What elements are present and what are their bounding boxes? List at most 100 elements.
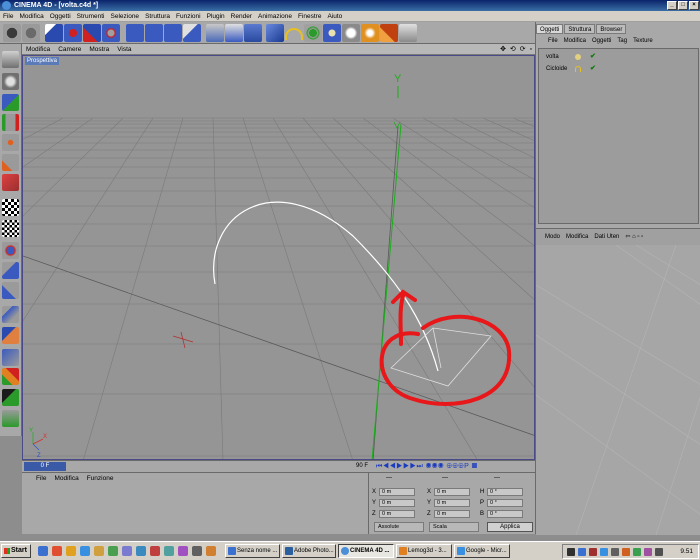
rotation-b-field[interactable]: 0 ° bbox=[487, 510, 523, 518]
object-menu-modifica[interactable]: Modifica bbox=[561, 36, 589, 46]
position-x-field[interactable]: 0 m bbox=[379, 488, 415, 496]
current-frame-field[interactable]: 0 F bbox=[24, 462, 66, 471]
object-row-cicloide[interactable]: Cicloide ✔ bbox=[539, 64, 599, 74]
quicklaunch-cmd-icon[interactable] bbox=[192, 546, 202, 556]
quicklaunch-app-icon[interactable] bbox=[52, 546, 62, 556]
scale-icon[interactable] bbox=[83, 24, 101, 42]
object-menu-oggetti[interactable]: Oggetti bbox=[589, 36, 614, 46]
quicklaunch-explorer-icon[interactable] bbox=[94, 546, 104, 556]
volume-icon[interactable] bbox=[655, 548, 663, 556]
cycloid-spline[interactable] bbox=[213, 201, 439, 372]
apply-button[interactable]: Applica bbox=[487, 522, 533, 532]
render-view-icon[interactable] bbox=[206, 24, 224, 42]
task-senza-nome[interactable]: Senza nome ... bbox=[225, 544, 280, 558]
live-selection-icon[interactable] bbox=[2, 262, 19, 279]
spline-icon[interactable] bbox=[285, 28, 303, 40]
size-y-field[interactable]: 0 m bbox=[434, 499, 470, 507]
help-icon[interactable] bbox=[399, 24, 417, 42]
coordinate-mode-select[interactable]: Assolute bbox=[374, 522, 424, 532]
close-button[interactable]: × bbox=[689, 1, 699, 10]
window-title-bar[interactable]: CINEMA 4D - [volta.c4d *] _ □ × bbox=[0, 0, 700, 11]
tab-oggetti[interactable]: Oggetti bbox=[536, 24, 564, 34]
quicklaunch-desktop-icon[interactable] bbox=[38, 546, 48, 556]
rotation-h-field[interactable]: 0 ° bbox=[487, 488, 523, 496]
tray-icon-4[interactable] bbox=[600, 548, 608, 556]
taskbar-clock[interactable]: 9.51 bbox=[680, 545, 693, 558]
rotate-icon[interactable] bbox=[102, 24, 120, 42]
move-icon[interactable] bbox=[64, 24, 82, 42]
rotation-p-field[interactable]: 0 ° bbox=[487, 499, 523, 507]
use-object-icon[interactable] bbox=[2, 73, 19, 90]
coordinate-system-icon[interactable] bbox=[183, 24, 201, 42]
viewport-menu-camere[interactable]: Camere bbox=[54, 44, 85, 55]
selected-object-outline[interactable] bbox=[390, 327, 492, 387]
position-z-field[interactable]: 0 m bbox=[379, 510, 415, 518]
menu-aiuto[interactable]: Aiuto bbox=[324, 11, 345, 22]
pointer-icon[interactable] bbox=[45, 24, 63, 42]
object-list[interactable]: volta ✔ Cicloide ✔ bbox=[538, 48, 699, 224]
minimize-button[interactable]: _ bbox=[667, 1, 677, 10]
use-model-icon[interactable] bbox=[2, 51, 19, 68]
axis-z-icon[interactable] bbox=[164, 24, 182, 42]
material-menu-modifica[interactable]: Modifica bbox=[50, 473, 82, 484]
menu-animazione[interactable]: Animazione bbox=[255, 11, 295, 22]
menu-finestre[interactable]: Finestre bbox=[295, 11, 324, 22]
light-icon[interactable] bbox=[361, 24, 379, 42]
task-lemog3d[interactable]: Lemog3d - 3... bbox=[396, 544, 452, 558]
viewport-menu-modifica[interactable]: Modifica bbox=[22, 44, 54, 55]
quicklaunch-media-icon[interactable] bbox=[108, 546, 118, 556]
quicklaunch-network-icon[interactable] bbox=[136, 546, 146, 556]
menu-plugin[interactable]: Plugin bbox=[204, 11, 228, 22]
axis-x-icon[interactable] bbox=[126, 24, 144, 42]
tab-struttura[interactable]: Struttura bbox=[564, 24, 596, 34]
quicklaunch-paint-icon[interactable] bbox=[178, 546, 188, 556]
quicklaunch-folder-icon[interactable] bbox=[66, 546, 76, 556]
brush-icon[interactable] bbox=[2, 282, 19, 299]
position-y-field[interactable]: 0 m bbox=[379, 499, 415, 507]
menu-struttura[interactable]: Struttura bbox=[142, 11, 173, 22]
bridge-icon[interactable] bbox=[2, 327, 19, 344]
start-button[interactable]: Start bbox=[1, 544, 31, 558]
viewport-navigation-icons[interactable]: ✥ ⟲ ⟳ ▫ bbox=[500, 45, 533, 53]
tray-icon-3[interactable] bbox=[589, 548, 597, 556]
menu-file[interactable]: File bbox=[0, 11, 16, 22]
deformer-icon[interactable] bbox=[342, 24, 360, 42]
quicklaunch-mail-icon[interactable] bbox=[122, 546, 132, 556]
task-google[interactable]: Google - Micr... bbox=[454, 544, 510, 558]
tab-browser[interactable]: Browser bbox=[596, 24, 627, 34]
tray-icon-1[interactable] bbox=[567, 548, 575, 556]
snap-icon[interactable] bbox=[2, 389, 19, 406]
material-menu-file[interactable]: File bbox=[22, 473, 50, 484]
menu-render[interactable]: Render bbox=[228, 11, 255, 22]
attribute-menu-dati-utente[interactable]: Dati Uten bbox=[591, 232, 622, 242]
scene-icon[interactable] bbox=[380, 24, 398, 42]
tray-icon-5[interactable] bbox=[611, 548, 619, 556]
object-menu-texture[interactable]: Texture bbox=[630, 36, 656, 46]
checker-uv-icon[interactable] bbox=[2, 220, 19, 237]
undo-icon[interactable] bbox=[3, 24, 21, 42]
object-menu-file[interactable]: File bbox=[536, 36, 561, 46]
cube-primitive-icon[interactable] bbox=[266, 24, 284, 42]
xray-icon[interactable] bbox=[2, 410, 19, 427]
quicklaunch-tool-icon[interactable] bbox=[150, 546, 160, 556]
task-cinema4d[interactable]: CINEMA 4D ... bbox=[338, 544, 394, 558]
redo-icon[interactable] bbox=[22, 24, 40, 42]
playback-controls[interactable]: ⏮◀◀▶▶▶⏭ ◉◉◉ ⊕⊕⊕P ▦ bbox=[376, 462, 478, 471]
use-edges-icon[interactable] bbox=[2, 154, 19, 171]
use-points-icon[interactable] bbox=[2, 134, 19, 151]
viewport-menu-mostra[interactable]: Mostra bbox=[85, 44, 113, 55]
use-polygons-icon[interactable] bbox=[2, 174, 19, 191]
size-z-field[interactable]: 0 m bbox=[434, 510, 470, 518]
viewport-menu-vista[interactable]: Vista bbox=[113, 44, 135, 55]
attribute-nav-icons[interactable]: ⇦ ⌂ ▫ ▫ bbox=[622, 232, 646, 242]
task-adobe-photoshop[interactable]: Adobe Photo... bbox=[282, 544, 336, 558]
maximize-button[interactable]: □ bbox=[678, 1, 688, 10]
menu-oggetti[interactable]: Oggetti bbox=[47, 11, 74, 22]
quicklaunch-ie-icon[interactable] bbox=[80, 546, 90, 556]
render-picture-queue-icon[interactable] bbox=[225, 24, 243, 42]
bevel-icon[interactable] bbox=[2, 368, 19, 385]
menu-modifica[interactable]: Modifica bbox=[16, 11, 46, 22]
use-axis-icon[interactable] bbox=[2, 114, 19, 131]
nurbs-icon[interactable] bbox=[304, 24, 322, 42]
size-x-field[interactable]: 0 m bbox=[434, 488, 470, 496]
